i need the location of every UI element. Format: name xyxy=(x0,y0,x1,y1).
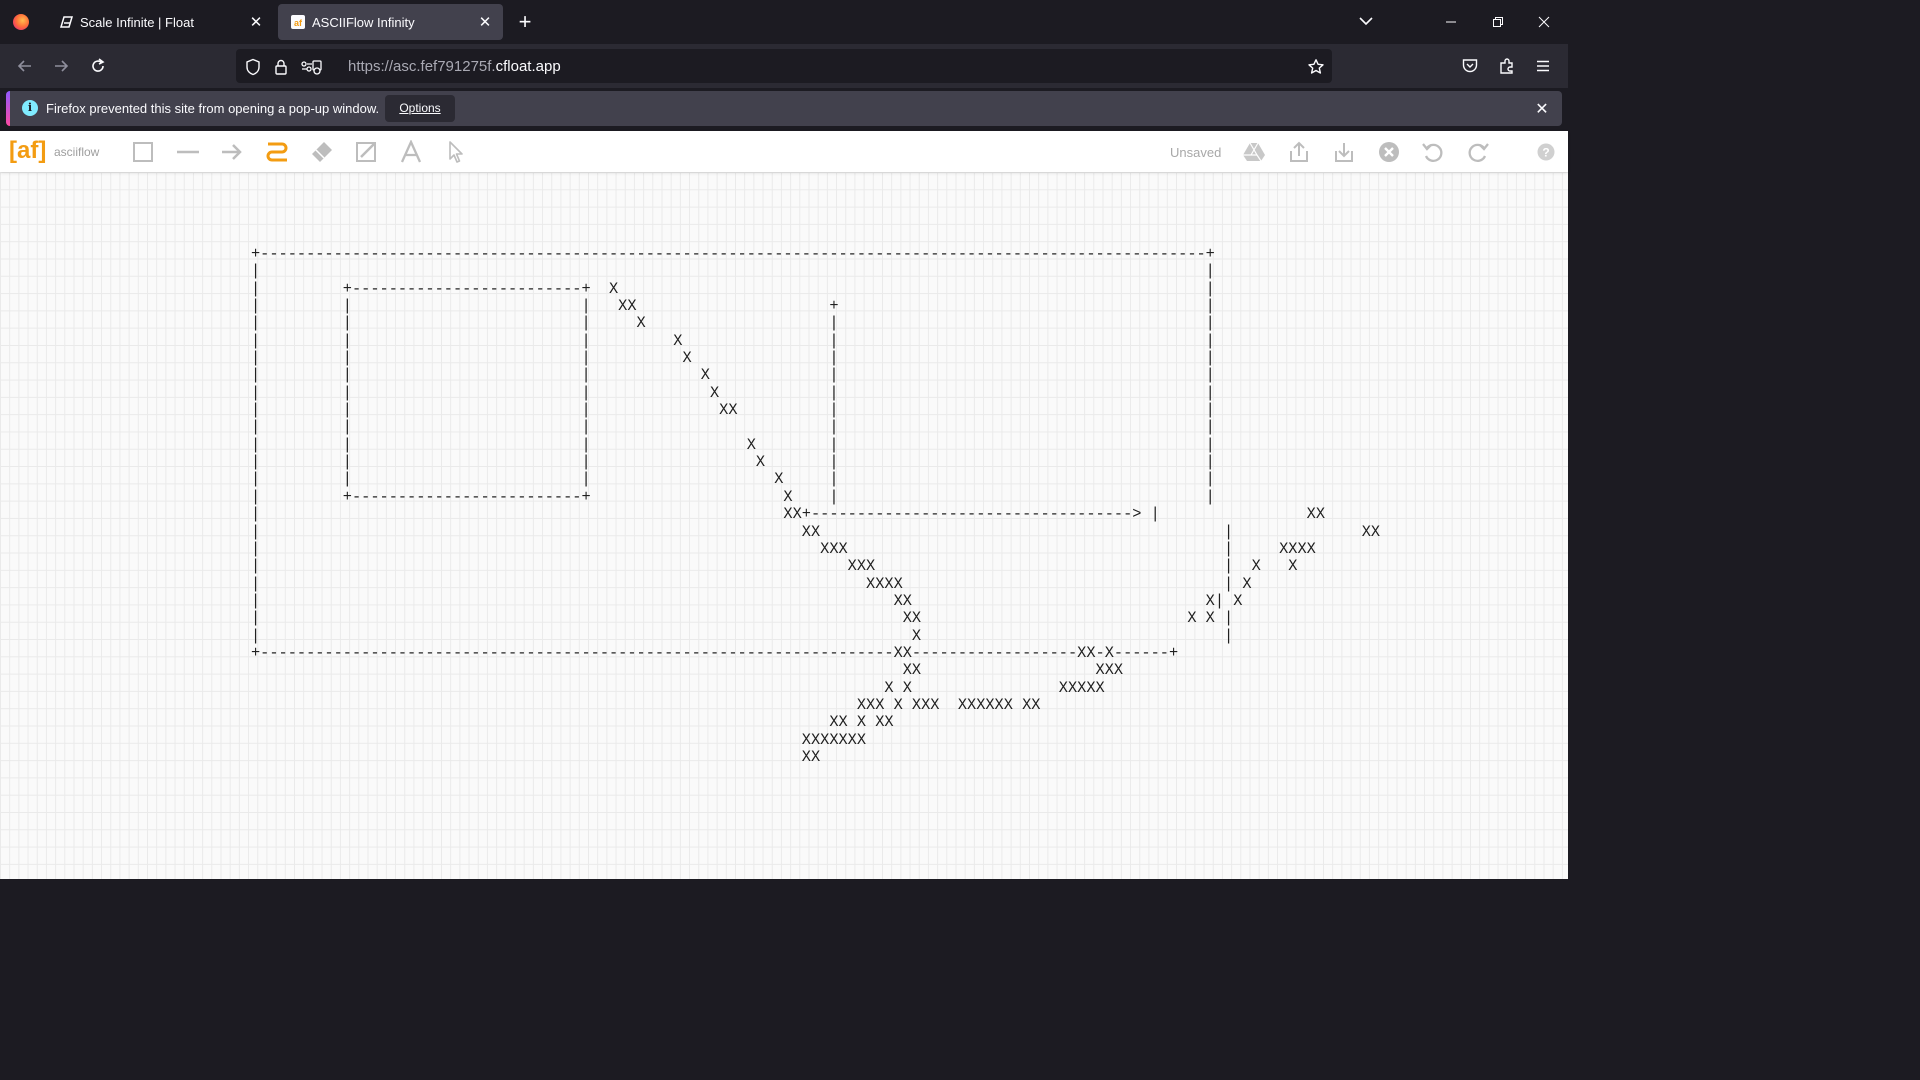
url-text[interactable]: https://asc.fef791275f.cfloat.app xyxy=(348,58,561,75)
svg-text:af: af xyxy=(294,18,303,28)
notification-message: Firefox prevented this site from opening… xyxy=(46,101,380,116)
save-status: Unsaved xyxy=(1170,145,1222,160)
undo-icon[interactable] xyxy=(1421,140,1445,164)
list-all-tabs-icon[interactable] xyxy=(1354,12,1378,32)
bookmark-star-icon[interactable] xyxy=(1307,58,1325,76)
firefox-icon xyxy=(13,14,29,30)
forward-icon[interactable] xyxy=(46,52,76,80)
asciiflow-app: [af] asciiflow Unsaved ? +--------------… xyxy=(0,131,1568,882)
eraser-tool-icon[interactable] xyxy=(310,140,334,164)
box-tool-icon[interactable] xyxy=(131,140,155,164)
line-tool-icon[interactable] xyxy=(176,140,200,164)
new-tab-icon[interactable]: + xyxy=(512,10,538,36)
export-icon[interactable] xyxy=(1287,140,1311,164)
text-tool-icon[interactable] xyxy=(399,139,423,164)
close-window-icon[interactable] xyxy=(1521,0,1567,44)
arrow-tool-icon[interactable] xyxy=(220,140,244,164)
close-tab-icon[interactable]: ✕ xyxy=(473,10,497,34)
window-bottom-border xyxy=(0,879,1568,882)
asciiflow-logo: [af] xyxy=(9,137,47,164)
back-icon[interactable] xyxy=(10,52,40,80)
pocket-icon[interactable] xyxy=(1455,52,1485,80)
shield-icon[interactable] xyxy=(244,58,262,76)
tab-title: ASCIIFlow Infinity xyxy=(312,14,415,30)
minimize-icon[interactable] xyxy=(1428,0,1474,44)
ascii-diagram: +---------------------------------------… xyxy=(251,245,1381,766)
select-cursor-icon[interactable] xyxy=(444,140,468,164)
restore-icon[interactable] xyxy=(1475,0,1521,44)
tab-asciiflow[interactable]: af ASCIIFlow Infinity ✕ xyxy=(278,4,503,40)
hamburger-menu-icon[interactable] xyxy=(1528,52,1558,80)
firefox-menu-button[interactable] xyxy=(0,0,42,44)
drive-icon[interactable] xyxy=(1242,140,1266,164)
info-icon: i xyxy=(22,100,38,116)
help-icon[interactable]: ? xyxy=(1534,140,1558,164)
options-button[interactable]: Options xyxy=(385,95,455,122)
url-bar[interactable]: https://asc.fef791275f.cfloat.app xyxy=(236,49,1332,83)
popup-blocked-notification: i Firefox prevented this site from openi… xyxy=(6,91,1562,126)
freeform-tool-icon[interactable] xyxy=(265,140,289,164)
drawing-canvas[interactable]: +---------------------------------------… xyxy=(0,172,1568,882)
redo-icon[interactable] xyxy=(1466,140,1490,164)
close-notification-icon[interactable]: ✕ xyxy=(1533,99,1551,118)
url-prefix: https://asc.fef791275f. xyxy=(348,58,496,75)
close-tab-icon[interactable]: ✕ xyxy=(244,10,268,34)
tab-title: Scale Infinite | Float xyxy=(80,14,194,30)
url-domain: cfloat.app xyxy=(495,58,561,75)
tab-scale-infinite[interactable]: Scale Infinite | Float ✕ xyxy=(46,4,274,40)
lock-icon[interactable] xyxy=(272,58,290,76)
float-icon xyxy=(58,14,74,30)
app-toolbar: [af] asciiflow Unsaved ? xyxy=(0,131,1568,172)
navigation-bar: https://asc.fef791275f.cfloat.app xyxy=(0,44,1568,88)
svg-text:?: ? xyxy=(1542,146,1549,160)
import-icon[interactable] xyxy=(1332,140,1356,164)
logo-text: asciiflow xyxy=(54,145,100,159)
reload-icon[interactable] xyxy=(83,52,113,80)
tab-strip: Scale Infinite | Float ✕ af ASCIIFlow In… xyxy=(0,0,1568,44)
asciiflow-icon: af xyxy=(290,14,306,30)
resize-tool-icon[interactable] xyxy=(354,140,378,164)
clear-icon[interactable] xyxy=(1377,140,1401,164)
permissions-icon[interactable] xyxy=(300,58,322,76)
notification-accent xyxy=(6,91,10,126)
extensions-icon[interactable] xyxy=(1492,52,1522,80)
